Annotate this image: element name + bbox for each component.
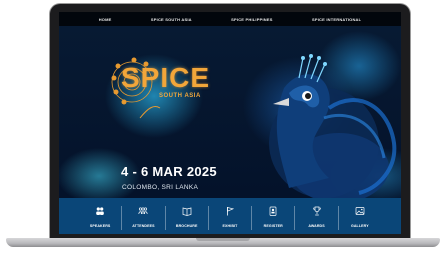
nav-spice-international[interactable]: SPICE INTERNATIONAL bbox=[312, 17, 361, 22]
nav-spice-philippines[interactable]: SPICE PHILIPPINES bbox=[231, 17, 272, 22]
quick-link-exhibit[interactable]: EXHIBIT bbox=[209, 206, 253, 230]
speakers-icon bbox=[96, 207, 104, 215]
quick-link-speakers[interactable]: SPEAKERS bbox=[79, 206, 123, 230]
event-date: 4 - 6 MAR 2025 bbox=[121, 164, 217, 179]
quick-link-label: SPEAKERS bbox=[89, 224, 111, 228]
quick-link-brochure[interactable]: BROCHURE bbox=[166, 206, 209, 230]
logo-subtext: SOUTH ASIA bbox=[159, 93, 201, 99]
nav-spice-south-asia[interactable]: SPICE SOUTH ASIA bbox=[151, 17, 192, 22]
quick-link-awards[interactable]: AWARDS bbox=[295, 206, 339, 230]
event-location: COLOMBO, SRI LANKA bbox=[122, 184, 199, 191]
quick-links-bar: SPEAKERS ATTENDEES BROCHURE EXHIBIT REGI… bbox=[59, 198, 401, 234]
quick-link-label: AWARDS bbox=[308, 224, 325, 228]
gallery-icon bbox=[355, 207, 365, 215]
brochure-icon bbox=[182, 207, 192, 216]
quick-link-register[interactable]: REGISTER bbox=[252, 206, 296, 230]
laptop-screen: HOME SPICE SOUTH ASIA SPICE PHILIPPINES … bbox=[59, 12, 401, 234]
hero-banner: SPICE SOUTH ASIA 4 - 6 MAR 2025 COLOMBO,… bbox=[59, 26, 401, 198]
register-icon bbox=[269, 206, 277, 216]
top-nav: HOME SPICE SOUTH ASIA SPICE PHILIPPINES … bbox=[59, 12, 401, 26]
nav-home[interactable]: HOME bbox=[99, 17, 112, 22]
flag-icon bbox=[227, 207, 235, 216]
quick-link-label: REGISTER bbox=[263, 224, 283, 228]
quick-link-label: GALLERY bbox=[350, 224, 369, 228]
attendees-icon bbox=[138, 207, 148, 215]
quick-link-attendees[interactable]: ATTENDEES bbox=[122, 206, 166, 230]
quick-link-label: BROCHURE bbox=[175, 224, 198, 228]
quick-link-label: EXHIBIT bbox=[222, 224, 238, 228]
trophy-icon bbox=[312, 206, 321, 216]
laptop-notch bbox=[196, 238, 250, 241]
quick-link-label: ATTENDEES bbox=[132, 224, 155, 228]
logo-wordmark: SPICE bbox=[121, 62, 211, 93]
quick-link-gallery[interactable]: GALLERY bbox=[339, 206, 381, 230]
peacock-illustration bbox=[269, 54, 397, 198]
